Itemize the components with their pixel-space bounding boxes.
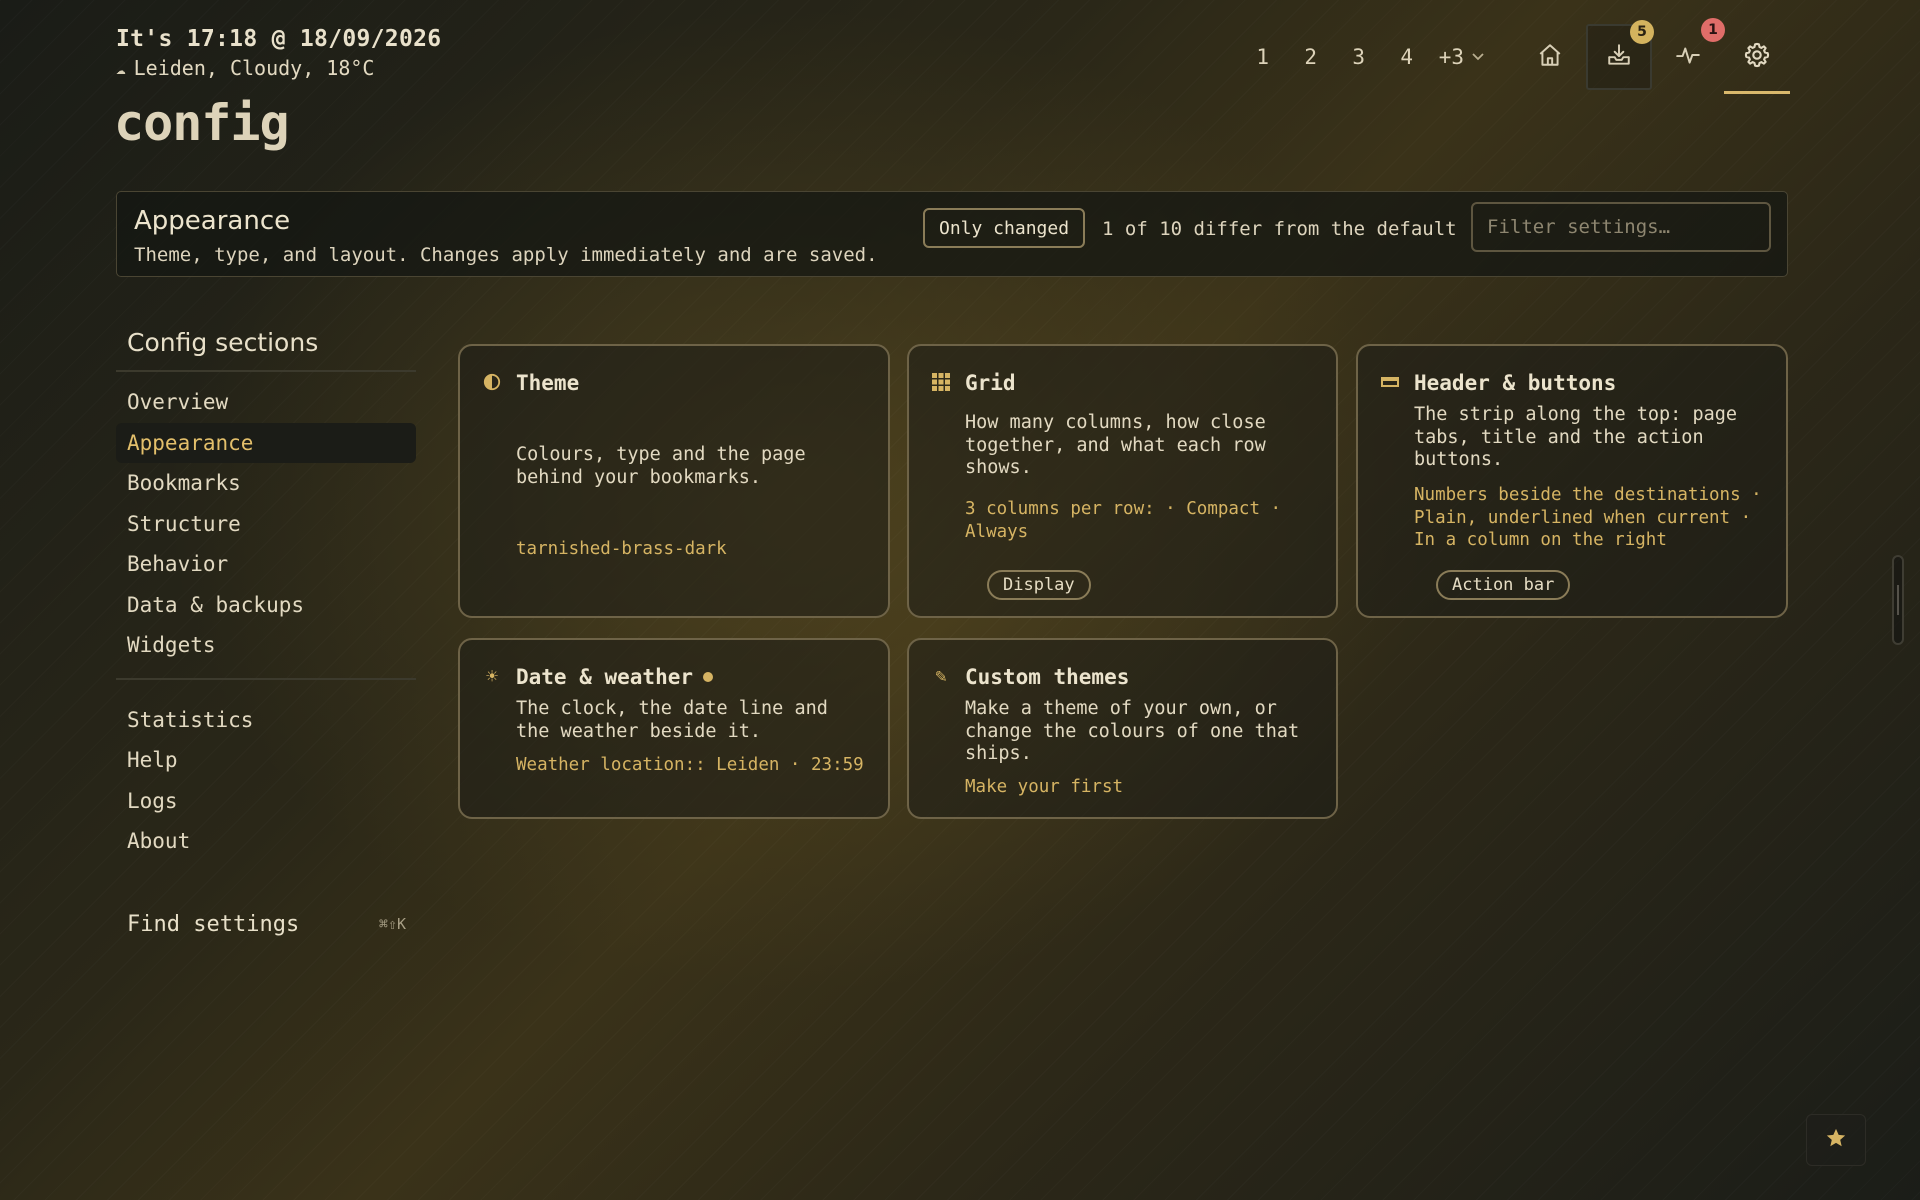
find-settings-button[interactable]: Find settings ⌘⇧K [116, 912, 416, 937]
card-header-buttons[interactable]: Header & buttons The strip along the top… [1356, 344, 1788, 618]
sidebar-item-structure[interactable]: Structure [116, 504, 416, 545]
card-title-text: Custom themes [965, 665, 1130, 689]
scrollbar-handle[interactable] [1892, 555, 1904, 645]
top-navigation: 1 2 3 4 +3 5 1 [1239, 18, 1790, 94]
page-tab-4[interactable]: 4 [1383, 45, 1431, 69]
display-chip[interactable]: Display [987, 570, 1091, 600]
card-title-text: Date & weather [516, 665, 694, 689]
activity-button[interactable]: 1 [1655, 18, 1725, 90]
card-date-weather[interactable]: ☀ Date & weather The clock, the date lin… [458, 638, 890, 819]
sidebar-item-data-backups[interactable]: Data & backups [116, 585, 416, 626]
weather-line: ☁ Leiden, Cloudy, 18°C [116, 56, 441, 80]
card-header-buttons-description: The strip along the top: page tabs, titl… [1414, 404, 1738, 470]
favourite-button[interactable] [1806, 1114, 1866, 1166]
grid-icon [931, 372, 951, 392]
card-header-buttons-title: Header & buttons [1414, 371, 1616, 395]
section-header-bar: Appearance Theme, type, and layout. Chan… [116, 191, 1788, 277]
card-title-text: Header & buttons [1414, 371, 1617, 395]
sidebar-item-widgets[interactable]: Widgets [116, 625, 416, 666]
sidebar-divider [116, 370, 416, 372]
only-changed-toggle[interactable]: Only changed [923, 208, 1086, 248]
changed-indicator-dot [703, 672, 714, 682]
gear-icon [1743, 41, 1771, 73]
activity-count-badge: 1 [1701, 18, 1725, 42]
more-tabs-dropdown[interactable]: +3 [1439, 45, 1484, 69]
sidebar-item-overview[interactable]: Overview [116, 382, 416, 423]
activity-icon [1675, 42, 1701, 72]
action-bar-chip[interactable]: Action bar [1436, 570, 1571, 600]
sidebar-item-appearance[interactable]: Appearance [116, 422, 416, 463]
cloud-icon: ☁ [116, 58, 126, 78]
downloads-button[interactable]: 5 [1586, 20, 1654, 90]
card-header-buttons-value: Numbers beside the destinations · Plain,… [1414, 485, 1762, 550]
card-theme-value: tarnished-brass-dark [516, 539, 727, 559]
card-theme-title: Theme [516, 371, 579, 395]
differ-count-text: 1 of 10 differ from the default [1102, 218, 1457, 240]
contrast-icon [482, 372, 502, 392]
sun-icon: ☀ [485, 664, 499, 688]
weather-text: Leiden, Cloudy, 18°C [133, 56, 375, 80]
card-title-text: Theme [516, 371, 580, 395]
star-icon [1825, 1127, 1847, 1153]
find-settings-label: Find settings [127, 911, 300, 937]
section-title: Appearance [134, 206, 291, 236]
card-title-text: Grid [965, 371, 1016, 395]
card-date-weather-description: The clock, the date line and the weather… [516, 698, 828, 742]
card-custom-themes-description: Make a theme of your own, or change the … [965, 698, 1300, 764]
more-tabs-label: +3 [1438, 45, 1464, 69]
sidebar-item-statistics[interactable]: Statistics [116, 700, 416, 741]
home-button[interactable] [1517, 24, 1583, 90]
card-date-weather-title: Date & weather [516, 665, 714, 689]
find-settings-shortcut: ⌘⇧K [378, 915, 406, 933]
card-theme-description: Colours, type and the page behind your b… [516, 444, 806, 488]
sidebar-item-behavior[interactable]: Behavior [116, 544, 416, 585]
chevron-down-icon [1472, 50, 1484, 64]
page-tab-2[interactable]: 2 [1287, 45, 1335, 69]
card-custom-themes-title: Custom themes [965, 665, 1129, 689]
pencil-icon: ✎ [935, 665, 947, 687]
home-icon [1537, 42, 1563, 72]
download-icon [1606, 42, 1632, 72]
card-theme[interactable]: Theme Colours, type and the page behind … [458, 344, 890, 618]
page-title: config [114, 94, 290, 152]
card-grid-title: Grid [965, 371, 1016, 395]
card-date-weather-value: Weather location:: Leiden · 23:59 [516, 755, 864, 775]
sidebar-item-bookmarks[interactable]: Bookmarks [116, 463, 416, 504]
config-sidebar: Config sections Overview Appearance Book… [116, 328, 416, 937]
page-tab-3[interactable]: 3 [1335, 45, 1383, 69]
downloads-count-badge: 5 [1630, 20, 1654, 44]
card-grid-value: 3 columns per row: · Compact · Always [965, 499, 1282, 542]
sidebar-item-logs[interactable]: Logs [116, 781, 416, 822]
sidebar-item-about[interactable]: About [116, 821, 416, 862]
card-custom-themes[interactable]: ✎ Custom themes Make a theme of your own… [907, 638, 1338, 819]
sidebar-item-help[interactable]: Help [116, 740, 416, 781]
filter-settings-input[interactable] [1471, 202, 1771, 252]
card-grid-description: How many columns, how close together, an… [965, 412, 1266, 478]
sidebar-title: Config sections [127, 328, 319, 357]
sidebar-divider [116, 677, 416, 680]
card-grid[interactable]: Grid How many columns, how close togethe… [907, 344, 1338, 618]
header-clock-area: It's 17:18 @ 18/09/2026 ☁ Leiden, Cloudy… [116, 26, 441, 80]
settings-button[interactable] [1724, 24, 1790, 94]
card-custom-themes-value: Make your first [965, 777, 1124, 797]
header-bar-icon [1380, 372, 1400, 392]
clock-line: It's 17:18 @ 18/09/2026 [116, 26, 442, 52]
section-description: Theme, type, and layout. Changes apply i… [134, 244, 878, 266]
page-tab-1[interactable]: 1 [1239, 45, 1287, 69]
